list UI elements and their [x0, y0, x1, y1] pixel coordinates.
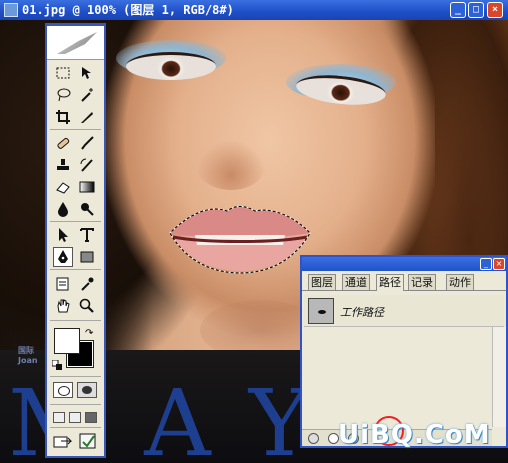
- zoom-icon: [79, 298, 94, 313]
- document-window: 01.jpg @ 100% (图层 1, RGB/8#) _ □ × MAY 国…: [0, 0, 508, 463]
- close-button[interactable]: ×: [487, 2, 503, 18]
- rectangular-marquee-icon: [56, 67, 70, 79]
- imageready-icon[interactable]: [79, 432, 97, 450]
- path-thumbnail: [308, 298, 334, 324]
- side-text-line1: 国际: [18, 346, 34, 355]
- eraser-icon: [56, 182, 70, 194]
- maximize-button[interactable]: □: [468, 2, 484, 18]
- jump-to-imageready-icon[interactable]: [53, 432, 73, 450]
- tab-layers[interactable]: 图层: [308, 274, 336, 290]
- tab-history[interactable]: 记录: [408, 274, 436, 290]
- toolbox-divider: [50, 129, 101, 130]
- gradient-tool[interactable]: [77, 177, 97, 197]
- swap-colors-icon[interactable]: ↷: [85, 328, 93, 339]
- hand-tool[interactable]: [53, 296, 73, 316]
- crop-tool[interactable]: [53, 107, 73, 127]
- tab-paths[interactable]: 路径: [376, 274, 404, 291]
- hand-icon: [57, 299, 70, 313]
- standard-mode-button[interactable]: [53, 382, 73, 398]
- pen-icon: [58, 250, 68, 263]
- window-title: 01.jpg @ 100% (图层 1, RGB/8#): [22, 3, 234, 17]
- blur-icon: [58, 202, 68, 217]
- eyedropper-icon: [81, 277, 94, 291]
- lasso-icon: [57, 88, 71, 102]
- path-selection-icon: [59, 228, 68, 242]
- rectangular-marquee-tool[interactable]: [53, 63, 73, 83]
- lasso-tool[interactable]: [53, 85, 73, 105]
- healing-brush-tool[interactable]: [53, 133, 73, 153]
- rectangle-shape-tool[interactable]: [77, 247, 97, 267]
- magic-wand-tool[interactable]: [77, 85, 97, 105]
- dodge-tool[interactable]: [77, 199, 97, 219]
- photoshop-doc-icon: [4, 3, 18, 17]
- title-bar[interactable]: 01.jpg @ 100% (图层 1, RGB/8#) _ □ ×: [0, 0, 508, 20]
- slice-tool[interactable]: [77, 107, 97, 127]
- full-screen-menubar-button[interactable]: [69, 412, 81, 423]
- nose: [196, 140, 266, 190]
- standard-screen-mode-button[interactable]: [53, 412, 65, 423]
- toolbox-header[interactable]: [47, 26, 104, 60]
- clone-stamp-tool[interactable]: [53, 155, 73, 175]
- eyedropper-tool[interactable]: [77, 274, 97, 294]
- minimize-button[interactable]: _: [450, 2, 466, 18]
- dodge-icon: [81, 203, 94, 216]
- side-text: 国际 Joan: [18, 346, 38, 366]
- toolbox-divider: [50, 404, 101, 405]
- notes-icon: [56, 277, 69, 291]
- watermark: UiBQ.CoM: [338, 420, 491, 450]
- type-tool[interactable]: [77, 225, 97, 245]
- full-screen-mode-button[interactable]: [85, 412, 97, 423]
- path-list-item[interactable]: 工作路径: [304, 295, 504, 327]
- zoom-tool[interactable]: [77, 296, 97, 316]
- slice-icon: [81, 112, 93, 123]
- rectangle-shape-icon: [80, 251, 94, 263]
- default-colors-icon[interactable]: [52, 360, 62, 370]
- tab-channels[interactable]: 通道: [342, 274, 370, 290]
- fill-path-button[interactable]: [308, 433, 319, 444]
- healing-brush-icon: [57, 137, 70, 149]
- toolbox-divider: [50, 427, 101, 428]
- toolbox-divider: [50, 221, 101, 222]
- tab-actions[interactable]: 动作: [446, 274, 474, 290]
- brush-tool[interactable]: [77, 133, 97, 153]
- clone-stamp-icon: [57, 159, 69, 170]
- panel-close-button[interactable]: ×: [493, 258, 505, 270]
- path-name: 工作路径: [340, 306, 384, 319]
- panel-title-bar[interactable]: _ ×: [302, 257, 506, 271]
- notes-tool[interactable]: [53, 274, 73, 294]
- toolbox-divider: [50, 320, 101, 321]
- move-icon: [82, 67, 91, 79]
- history-brush-icon: [80, 158, 93, 172]
- crop-icon: [56, 110, 70, 124]
- magic-wand-icon: [81, 88, 93, 102]
- pen-tool[interactable]: [53, 247, 73, 267]
- move-tool[interactable]: [77, 63, 97, 83]
- panel-minimize-button[interactable]: _: [480, 258, 492, 270]
- foreground-color-swatch[interactable]: [54, 328, 80, 354]
- brush-icon: [81, 136, 94, 150]
- path-selection-tool[interactable]: [53, 225, 73, 245]
- panel-tabs: 图层 通道 路径 记录 动作 ▶: [302, 273, 506, 302]
- eye-left: [126, 52, 216, 80]
- toolbox-divider: [50, 269, 101, 270]
- eraser-tool[interactable]: [53, 177, 73, 197]
- quick-mask-mode-button[interactable]: [77, 382, 97, 398]
- type-icon: [80, 228, 94, 242]
- gradient-icon: [79, 181, 95, 193]
- history-brush-tool[interactable]: [77, 155, 97, 175]
- panel-scrollbar[interactable]: [492, 327, 506, 427]
- feather-icon: [57, 32, 97, 54]
- side-text-line2: Joan: [18, 356, 38, 365]
- lips-selection[interactable]: [165, 195, 315, 275]
- toolbox: ↷: [45, 23, 106, 458]
- blur-tool[interactable]: [53, 199, 73, 219]
- toolbox-divider: [50, 376, 101, 377]
